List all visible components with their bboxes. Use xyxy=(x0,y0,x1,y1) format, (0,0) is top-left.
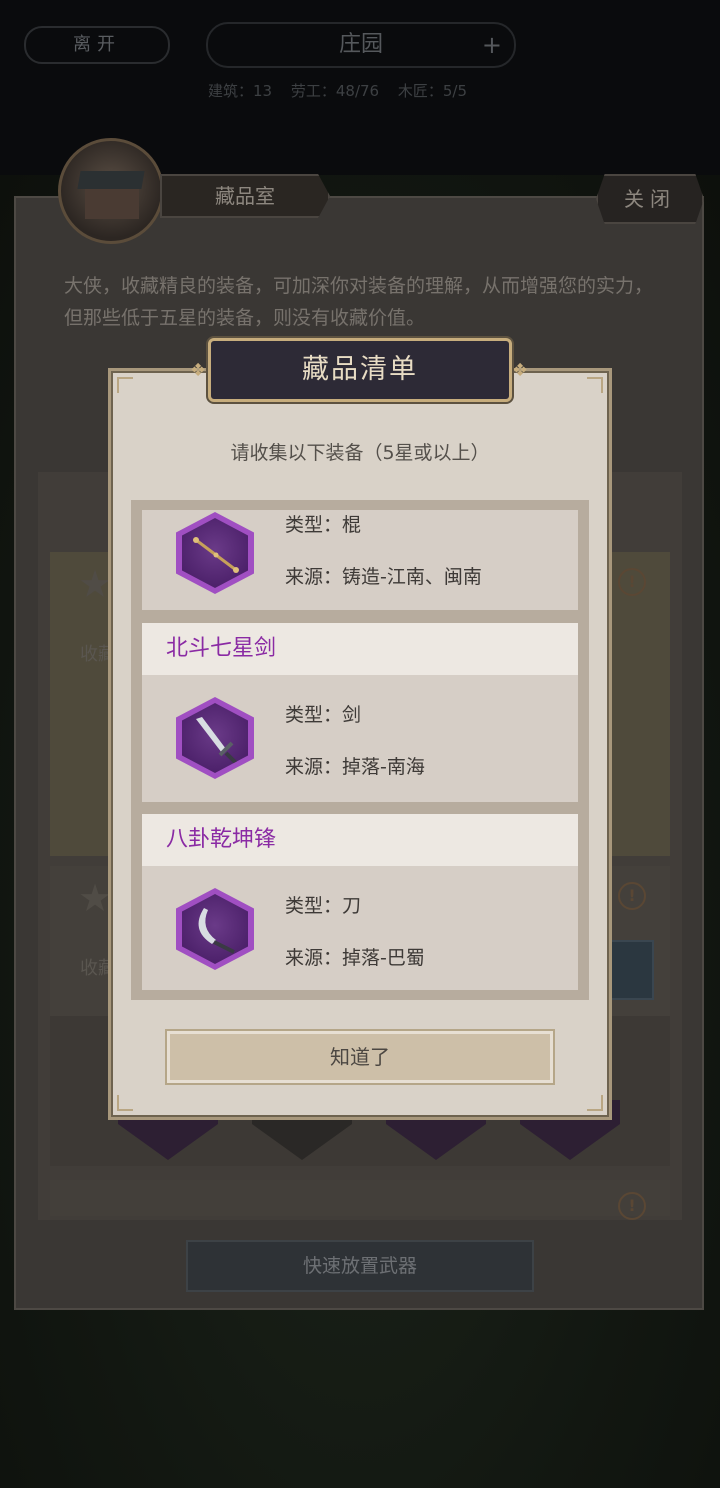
dialog-title-plate: 藏品清单 xyxy=(208,338,512,402)
item-type: 类型：刀 xyxy=(285,895,362,917)
leave-button[interactable]: 离开 xyxy=(24,26,170,64)
warning-icon[interactable]: ! xyxy=(618,882,646,910)
building-avatar xyxy=(58,138,164,244)
item-icon-frame xyxy=(176,697,254,779)
close-button[interactable]: 关闭 xyxy=(596,174,704,224)
item-name: 北斗七星剑 xyxy=(142,623,578,675)
corner-ornament xyxy=(117,377,133,393)
staff-icon xyxy=(182,518,248,588)
list-item: 类型：剑 来源：掉落-南海 xyxy=(142,675,578,802)
panel-description: 大侠，收藏精良的装备，可加深你对装备的理解，从而增强您的实力，但那些低于五星的装… xyxy=(64,275,654,329)
ok-button[interactable]: 知道了 xyxy=(165,1029,555,1085)
plus-icon[interactable]: + xyxy=(482,24,502,66)
corner-ornament xyxy=(587,377,603,393)
dialog-title: 藏品清单 xyxy=(302,354,418,385)
star-icon: ★ xyxy=(78,876,113,920)
collection-card xyxy=(50,1180,670,1216)
resource-stats: 建筑：13 劳工：48/76 木匠：5/5 xyxy=(208,80,481,101)
list-item: 类型：刀 来源：掉落-巴蜀 xyxy=(142,866,578,990)
item-name: 八卦乾坤锋 xyxy=(142,814,578,866)
item-source: 来源：铸造-江南、闽南 xyxy=(285,566,482,588)
item-list[interactable]: 类型：棍 来源：铸造-江南、闽南 北斗七星剑 类型：剑 来源：掉落-南海 八卦乾… xyxy=(142,510,578,990)
stat-buildings: 建筑：13 xyxy=(208,82,273,100)
corner-ornament xyxy=(587,1095,603,1111)
star-icon: ★ xyxy=(78,562,113,606)
stat-carpenter: 木匠：5/5 xyxy=(397,82,468,100)
place-title-label: 庄园 xyxy=(338,32,383,57)
item-source: 来源：掉落-南海 xyxy=(285,756,425,778)
item-type: 类型：棍 xyxy=(285,514,362,536)
warning-icon[interactable]: ! xyxy=(618,1192,646,1220)
dialog-subtitle: 请收集以下装备（5星或以上） xyxy=(230,442,490,464)
item-source: 来源：掉落-巴蜀 xyxy=(285,947,425,969)
place-title: 庄园 + xyxy=(206,22,516,68)
item-icon-frame xyxy=(176,888,254,970)
item-icon-frame xyxy=(176,512,254,594)
list-item: 类型：棍 来源：铸造-江南、闽南 xyxy=(142,510,578,610)
corner-ornament xyxy=(117,1095,133,1111)
building-wall-icon xyxy=(85,189,139,219)
building-roof-icon xyxy=(77,171,145,189)
item-type: 类型：剑 xyxy=(285,704,362,726)
warning-icon[interactable]: ! xyxy=(618,568,646,596)
title-ornament-right: ❖ xyxy=(512,360,529,381)
title-ornament-left: ❖ xyxy=(190,360,207,381)
quick-place-button[interactable]: 快速放置武器 xyxy=(186,1240,534,1292)
blade-icon xyxy=(182,894,248,964)
stat-labor: 劳工：48/76 xyxy=(290,82,380,100)
sword-icon xyxy=(182,703,248,773)
room-tab: 藏品室 xyxy=(160,174,330,218)
